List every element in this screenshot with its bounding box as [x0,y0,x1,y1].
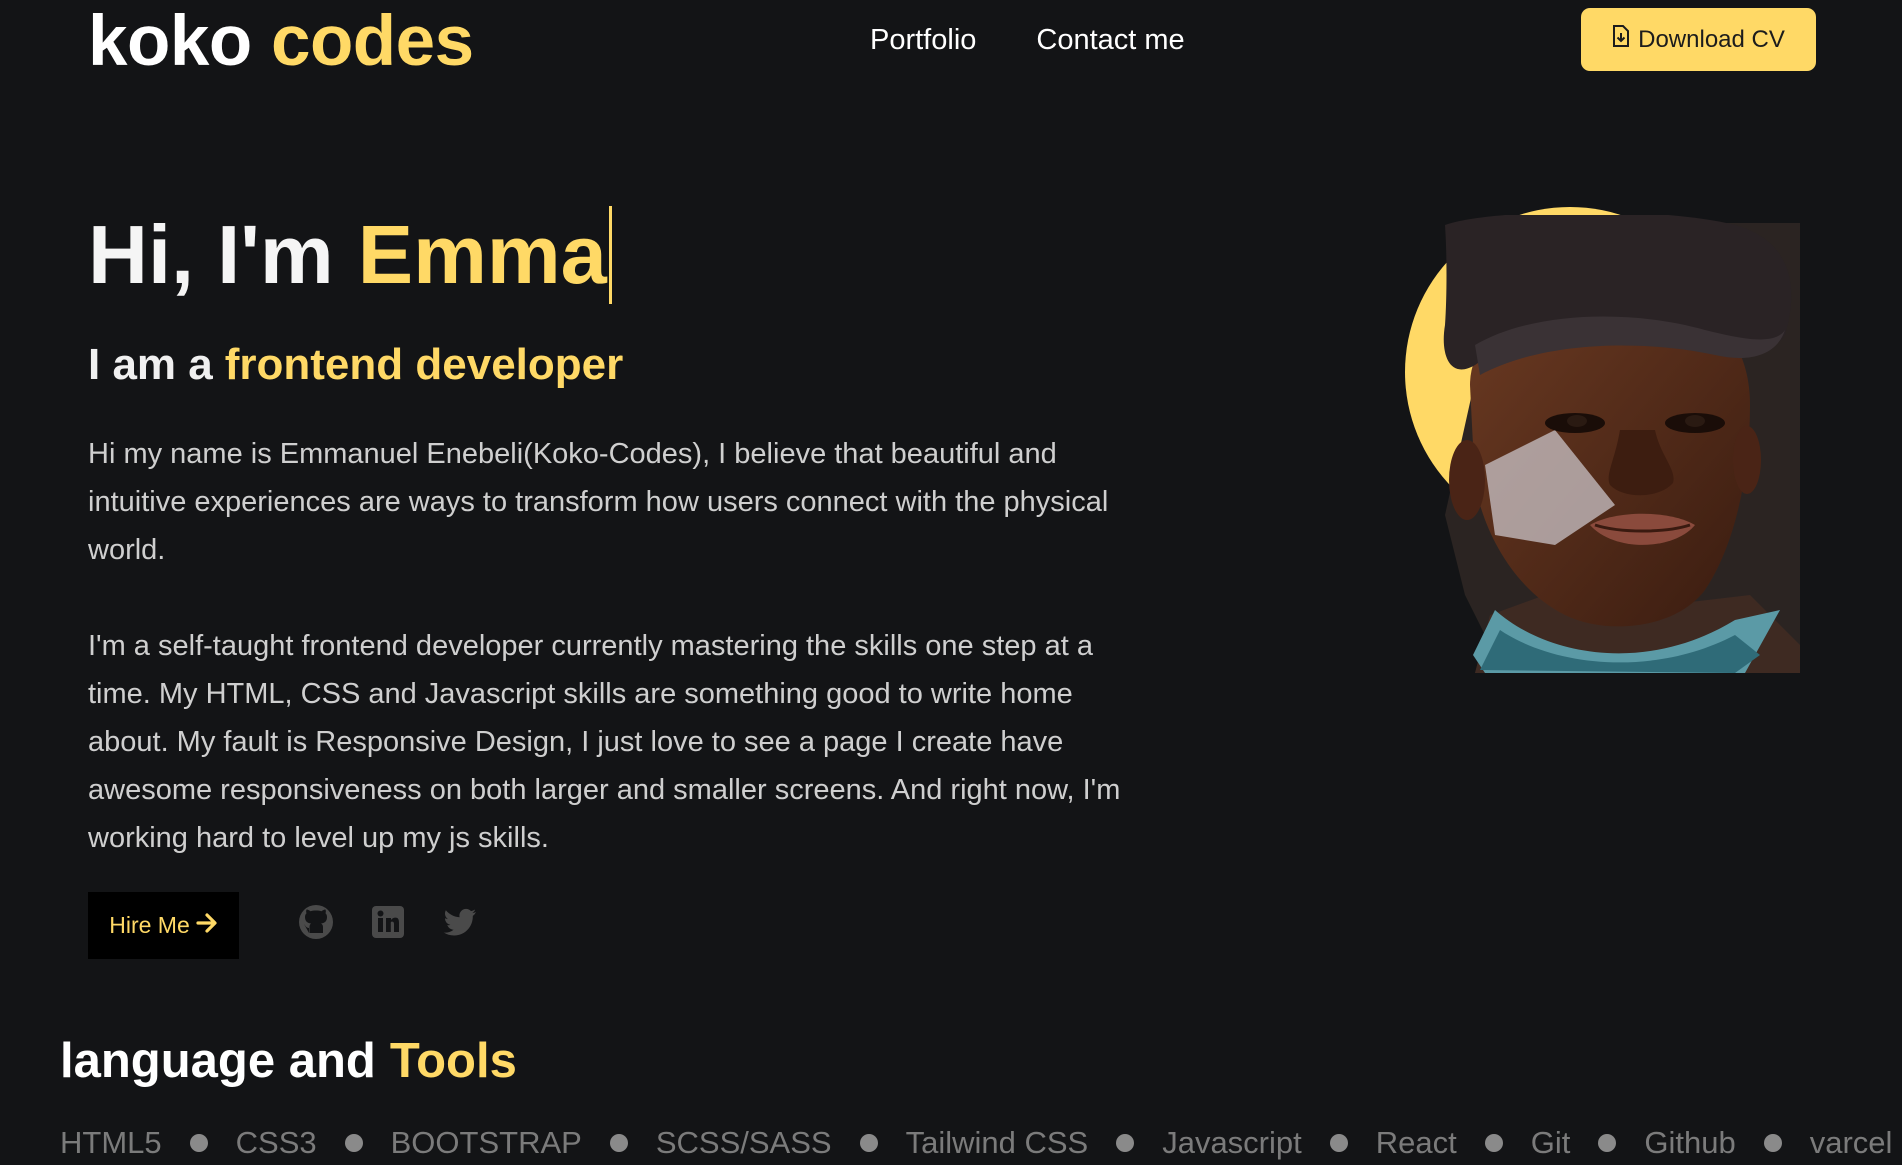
separator-dot [189,1134,208,1152]
tool-item: varcel [1809,1125,1893,1160]
tool-item: Github [1644,1125,1736,1160]
tool-item: HTML5 [60,1125,162,1160]
separator-dot [1116,1134,1135,1152]
tool-item: BOOTSTRAP [390,1125,582,1160]
separator-dot [1329,1134,1348,1152]
github-icon[interactable] [297,903,335,941]
tool-item: React [1375,1125,1457,1160]
tool-item: SCSS/SASS [655,1125,832,1160]
hero-typed-name: Emma [357,208,607,301]
main-nav: Portfolio Contact me [870,20,1185,60]
portfolio-page: koko codes Portfolio Contact me Download… [0,0,1902,1165]
separator-dot [609,1134,628,1152]
tools-list: HTML5 CSS3 BOOTSTRAP SCSS/SASS Tailwind … [60,1125,1892,1161]
file-download-icon [1612,25,1630,54]
tool-item: Tailwind CSS [905,1125,1089,1160]
hire-me-label: Hire Me [109,912,190,938]
profile-photo [1405,207,1805,673]
bio-paragraph-1: Hi my name is Emmanuel Enebeli(Koko-Code… [88,438,1109,566]
download-cv-button[interactable]: Download CV [1581,8,1816,71]
tools-heading-accent: Tools [389,1034,517,1088]
separator-dot [859,1134,878,1152]
separator-dot [1598,1134,1617,1152]
separator-dot [344,1134,363,1152]
social-links [297,903,479,941]
role-title: frontend developer [224,340,624,389]
hero-role: I am a frontend developer [88,340,623,390]
tool-item: Javascript [1162,1125,1302,1160]
portrait-image [1443,215,1800,673]
hero-heading: Hi, I'm Emma [88,205,612,305]
hero-greeting: Hi, I'm [88,208,334,301]
linkedin-icon[interactable] [369,903,407,941]
tool-item: CSS3 [235,1125,317,1160]
twitter-icon[interactable] [441,903,479,941]
tools-heading: language and Tools [60,1033,517,1089]
separator-dot [1763,1134,1782,1152]
typing-caret [608,206,612,304]
logo-accent-text: codes [270,2,474,81]
download-cv-label: Download CV [1638,25,1785,53]
tool-item: Git [1530,1125,1571,1160]
hire-me-button[interactable]: Hire Me [88,892,239,959]
logo-text: koko [88,2,252,81]
role-prefix: I am a [88,340,213,389]
logo[interactable]: koko codes [88,2,474,82]
bio-paragraph-2: I'm a self-taught frontend developer cur… [88,630,1121,854]
tools-heading-text: language and [60,1034,376,1088]
nav-contact-link[interactable]: Contact me [1036,20,1184,60]
nav-portfolio-link[interactable]: Portfolio [870,20,976,60]
separator-dot [1484,1134,1503,1152]
arrow-right-icon [196,912,218,940]
